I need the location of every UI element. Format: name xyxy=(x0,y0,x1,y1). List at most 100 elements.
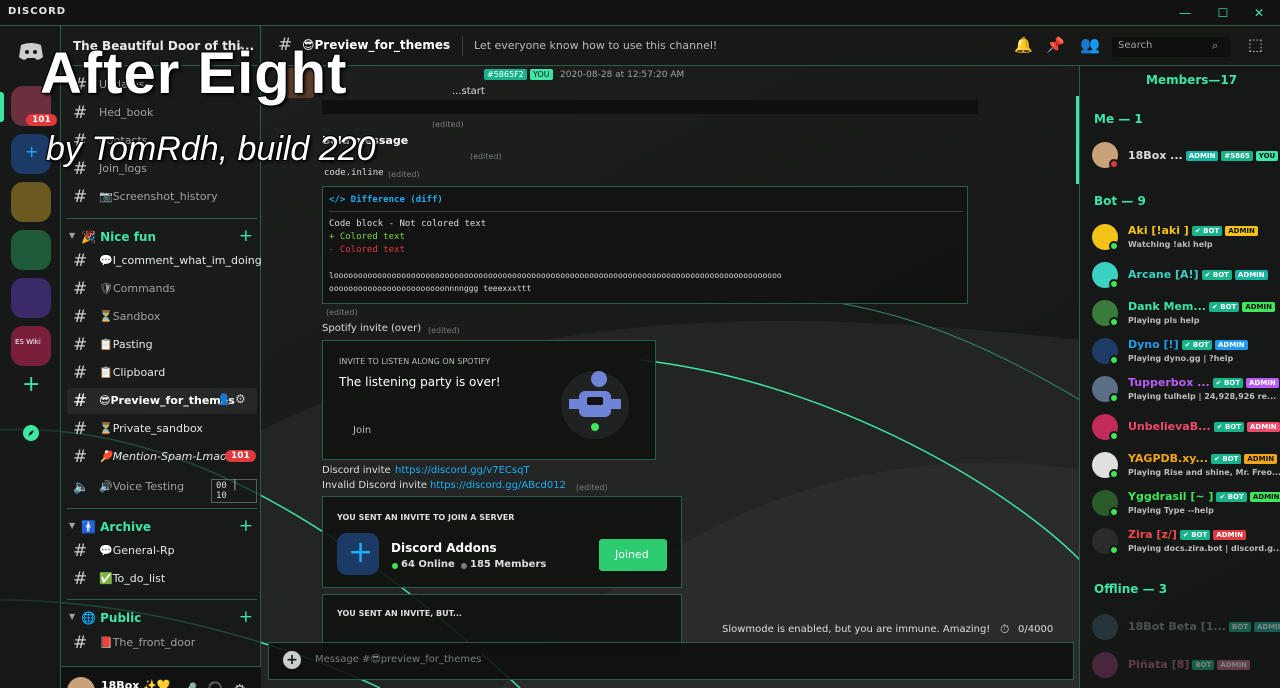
add-channel-icon[interactable]: + xyxy=(239,226,253,246)
message-composer[interactable]: + Message #😎preview_for_themes xyxy=(268,642,1074,680)
member-count: 185 Members xyxy=(470,559,547,570)
channel-sidebar: The Beautiful Door of thi... ⌄ # Updates … xyxy=(61,26,262,688)
invalid-invite-link[interactable]: https://discord.gg/ABcd012 xyxy=(430,480,566,491)
overlay-subtitle: by TomRdh, build 220 xyxy=(46,130,376,168)
channel-general-rp[interactable]: # 💬General-Rp xyxy=(67,538,257,564)
quote-text: ...start xyxy=(452,86,485,97)
member-zira[interactable]: Zira [z/] ✔ BOT ADMIN Playing docs.zira.bo… xyxy=(1090,526,1280,560)
spotify-join-button[interactable]: Join xyxy=(353,425,371,436)
edited-label: (edited) xyxy=(576,483,608,492)
member-aki[interactable]: Aki [!aki ] ✔ BOT ADMIN Watching !aki help xyxy=(1090,222,1280,256)
headphones-icon[interactable]: 🎧 xyxy=(207,682,223,688)
channel-topic: Let everyone know how to use this channe… xyxy=(474,39,718,52)
server-folder-5[interactable] xyxy=(11,278,51,318)
scroll-indicator[interactable] xyxy=(1076,96,1079,184)
pin-icon[interactable]: 📌 xyxy=(1046,36,1065,54)
invalid-invite-title: YOU SENT AN INVITE, BUT... xyxy=(337,609,462,618)
user-panel: 18Box ✨💛 #5571 🎤 🎧 ⚙ xyxy=(61,666,261,688)
category-nice-fun[interactable]: ▼ 🎉 Nice fun + xyxy=(67,226,257,248)
status-icon xyxy=(1109,431,1119,441)
member-list-icon[interactable]: 👥 xyxy=(1080,35,1100,54)
members-dot xyxy=(461,563,467,569)
status-icon xyxy=(1109,507,1119,517)
avatar[interactable] xyxy=(67,677,95,688)
channel-preview-for-themes[interactable]: # 😎Preview_for_themes 👤 ⚙ xyxy=(67,388,257,414)
chevron-down-icon: ▼ xyxy=(69,521,76,530)
server-icon: + xyxy=(337,533,379,575)
member-activity: Playing dyno.gg | ?help xyxy=(1128,354,1234,363)
category-public[interactable]: ▼ 🌐 Public + xyxy=(67,607,257,629)
role-tag: #5865F2 xyxy=(484,69,527,80)
category-archive[interactable]: ▼ 🚹 Archive + xyxy=(67,516,257,538)
minimize-button[interactable]: — xyxy=(1176,4,1194,22)
channel-front-door[interactable]: # 📕The_front_door xyxy=(67,630,257,656)
search-placeholder: Search xyxy=(1118,40,1153,51)
server-invite-card: YOU SENT AN INVITE TO JOIN A SERVER + Di… xyxy=(322,496,682,588)
search-input[interactable]: Search ⌕ xyxy=(1112,37,1230,57)
channel-to-do-list[interactable]: # ✅To_do_list xyxy=(67,566,257,592)
attach-plus-icon[interactable]: + xyxy=(283,651,301,669)
member-dyno[interactable]: Dyno [!] ✔ BOT ADMIN Playing dyno.gg | ?he… xyxy=(1090,336,1280,370)
member-list-header: Members—17 xyxy=(1146,73,1238,87)
edited-label: (edited) xyxy=(432,120,464,129)
mic-muted-icon[interactable]: 🎤 xyxy=(181,683,197,688)
channel-pasting[interactable]: # 📋Pasting xyxy=(67,332,257,358)
channel-commands[interactable]: # 🛡Commands xyxy=(67,276,257,302)
channel-comment[interactable]: # 💬I_comment_what_im_doing xyxy=(67,248,262,274)
add-channel-icon[interactable]: + xyxy=(239,516,253,536)
server-folder-2[interactable]: + xyxy=(11,134,51,174)
member-unbelievaboat[interactable]: UnbelievaB... ✔ BOT ADMIN xyxy=(1090,412,1280,446)
status-icon xyxy=(1109,317,1119,327)
member-activity: Playing Type --help xyxy=(1128,506,1214,515)
member-pinata[interactable]: Piñata [8] BOT ADMIN xyxy=(1090,650,1280,684)
member-18bot-beta[interactable]: 18Bot Beta [1...BOTADMIN xyxy=(1090,612,1280,646)
chat-area: #5865F2 YOU 2020-08-28 at 12:57:20 AM ..… xyxy=(262,66,1078,688)
channel-sandbox[interactable]: # ⏳Sandbox xyxy=(67,304,257,330)
member-name: UnbelievaB... ✔ BOT ADMIN xyxy=(1128,420,1280,433)
joined-button[interactable]: Joined xyxy=(599,539,667,571)
spoiler-block[interactable] xyxy=(322,100,978,114)
status-icon xyxy=(1109,545,1119,555)
member-yggdrasil[interactable]: Yggdrasil [~ ] ✔ BOT ADMIN Playing Type --… xyxy=(1090,488,1280,522)
member-tupperbox[interactable]: Tupperbox ... ✔ BOT ADMIN Playing tulhelp … xyxy=(1090,374,1280,408)
member-arcane[interactable]: Arcane [A!] ✔ BOT ADMIN xyxy=(1090,260,1280,294)
folder-labels: ES Wiki xyxy=(15,338,41,346)
server-folder-3[interactable] xyxy=(11,182,51,222)
close-button[interactable]: ✕ xyxy=(1250,4,1268,22)
invite-icon[interactable]: 👤 xyxy=(217,393,231,406)
member-name: Zira [z/] ✔ BOT ADMIN xyxy=(1128,528,1246,541)
server-folder-6[interactable]: ES Wiki xyxy=(11,326,51,366)
add-channel-icon[interactable]: + xyxy=(239,607,253,627)
mention-badge: 101 xyxy=(225,450,256,462)
compass-icon[interactable] xyxy=(22,424,40,442)
inbox-icon[interactable]: ⬚ xyxy=(1248,35,1263,54)
maximize-button[interactable]: ☐ xyxy=(1214,4,1232,22)
overlay-title: After Eight xyxy=(40,41,348,106)
member-dank-memer[interactable]: Dank Mem... ✔ BOT ADMIN Playing pls help xyxy=(1090,298,1280,332)
member-18box[interactable]: 18Box ... ADMIN #5865 YOU xyxy=(1090,140,1280,174)
channel-clipboard[interactable]: # 📋Clipboard xyxy=(67,360,257,386)
group-header-me: Me — 1 xyxy=(1094,112,1143,126)
title-bar: DISCORD — ☐ ✕ xyxy=(0,0,1280,26)
discord-invite-label: Discord invite xyxy=(322,465,391,476)
member-name: Piñata [8] BOT ADMIN xyxy=(1128,658,1251,671)
gear-icon[interactable]: ⚙ xyxy=(235,392,246,406)
member-activity: Playing Rise and shine, Mr. Freo... xyxy=(1128,468,1280,477)
channel-mention-spam[interactable]: # 🏓Mention-Spam-Lmao 101 xyxy=(67,444,257,470)
spotify-invite-title: INVITE TO LISTEN ALONG ON SPOTIFY xyxy=(339,357,491,366)
code-line: oooooooooooooooooooooooonnnnggg teeexxxt… xyxy=(329,284,532,293)
online-count: 64 Online xyxy=(401,559,455,570)
bell-icon[interactable]: 🔔 xyxy=(1014,36,1033,54)
channel-private-sandbox[interactable]: # ⏳Private_sandbox xyxy=(67,416,257,442)
discord-invite-link[interactable]: https://discord.gg/v7ECsqT xyxy=(395,465,530,476)
member-name: Arcane [A!] ✔ BOT ADMIN xyxy=(1128,268,1268,281)
member-name: 18Bot Beta [1...BOTADMIN xyxy=(1128,620,1280,633)
add-server-button[interactable]: + xyxy=(22,372,40,397)
settings-gear-icon[interactable]: ⚙ xyxy=(233,681,246,688)
member-activity: Watching !aki help xyxy=(1128,240,1213,249)
online-dot xyxy=(392,563,398,569)
channel-voice-testing[interactable]: 🔈 🔊Voice Testing 00 │ 10 xyxy=(67,474,257,503)
member-yagpdb[interactable]: YAGPDB.xy... ✔ BOT ADMIN Playing Rise and … xyxy=(1090,450,1280,484)
server-folder-4[interactable] xyxy=(11,230,51,270)
channel-screenshot-history[interactable]: # 📷Screenshot_history xyxy=(67,184,257,210)
